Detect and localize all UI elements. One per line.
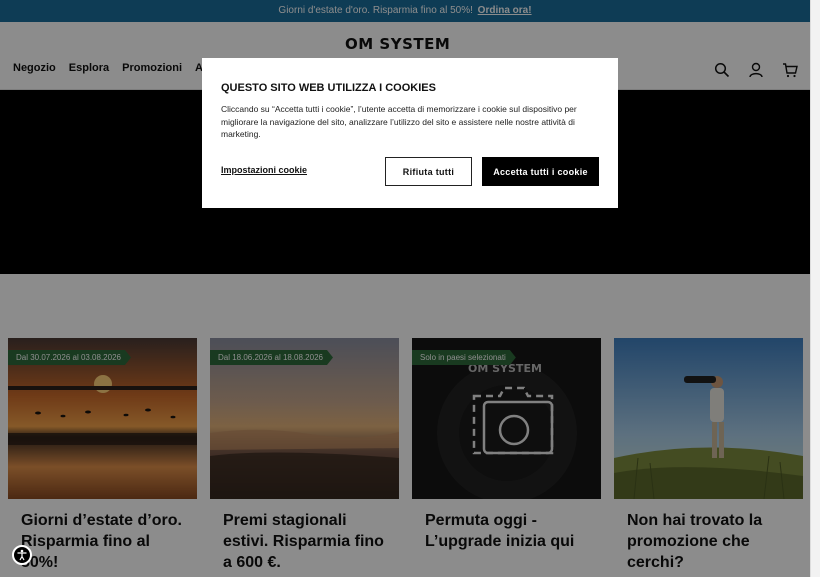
- scrollbar[interactable]: [810, 0, 820, 577]
- cookie-dialog-text: Cliccando su “Accetta tutti i cookie”, l…: [221, 104, 577, 139]
- cookie-dialog: QUESTO SITO WEB UTILIZZA I COOKIES Clicc…: [202, 58, 618, 208]
- cookie-settings-link[interactable]: Impostazioni cookie: [221, 165, 307, 175]
- reject-all-button[interactable]: Rifiuta tutti: [385, 157, 472, 186]
- accessibility-icon[interactable]: [12, 545, 32, 565]
- accept-all-button[interactable]: Accetta tutti i cookie: [482, 157, 599, 186]
- page: Giorni d'estate d'oro. Risparmia fino al…: [0, 0, 810, 577]
- cookie-dialog-title: QUESTO SITO WEB UTILIZZA I COOKIES: [221, 82, 436, 94]
